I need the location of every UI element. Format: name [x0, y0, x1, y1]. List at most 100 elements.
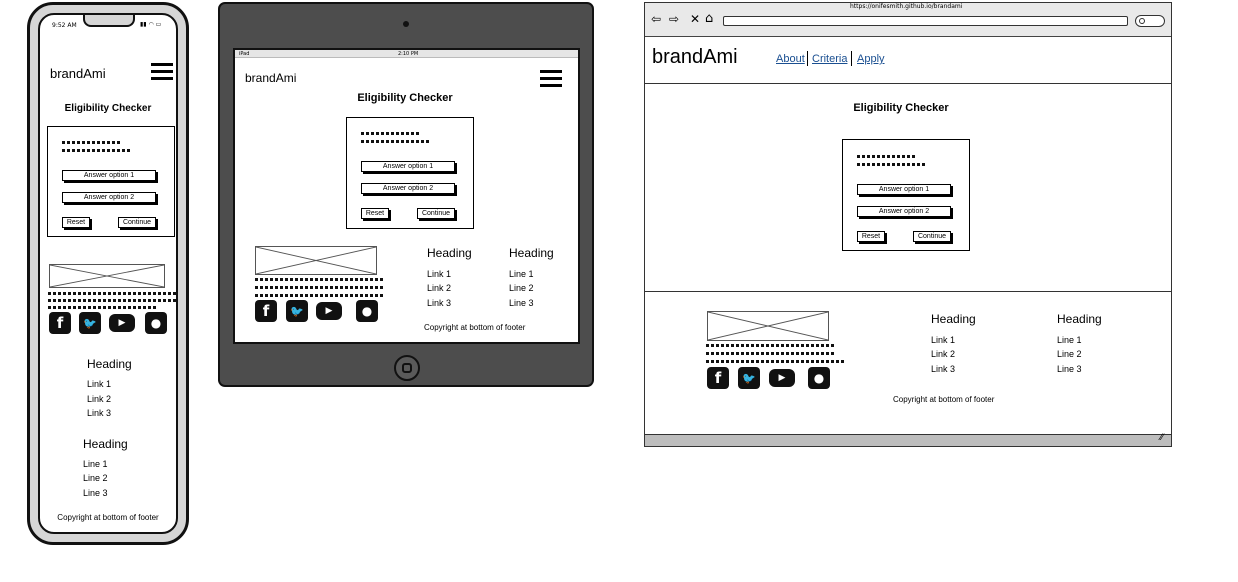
copyright-text: Copyright at bottom of footer — [893, 395, 995, 404]
github-icon[interactable]: ● — [356, 300, 378, 322]
footer-text — [48, 306, 158, 309]
browser-window: ⇦ ⇨ ✕ ⌂ https://onifesmith.github.io/bra… — [644, 2, 1172, 447]
browser-checker-title: Eligibility Checker — [853, 102, 949, 114]
footer-link-2[interactable]: Link 2 — [931, 349, 955, 359]
nav-separator — [851, 51, 852, 66]
youtube-icon[interactable]: ▶ — [109, 314, 135, 332]
footer-line-1: Line 1 — [1057, 335, 1082, 345]
phone-status-icons: ▮▮ ◠ ▭ — [140, 21, 162, 28]
tablet-menu-icon[interactable] — [540, 70, 562, 91]
footer-text — [255, 294, 383, 297]
footer-link-2[interactable]: Link 2 — [87, 394, 111, 404]
nav-about-link[interactable]: About — [776, 53, 805, 65]
continue-button[interactable]: Continue — [118, 217, 156, 228]
github-icon[interactable]: ● — [145, 312, 167, 334]
footer-link-3[interactable]: Link 3 — [427, 298, 451, 308]
nav-apply-link[interactable]: Apply — [857, 53, 885, 65]
tablet-status-device: iPad — [239, 51, 250, 57]
tablet-checker-title: Eligibility Checker — [357, 92, 453, 104]
footer-heading-1: Heading — [427, 246, 472, 260]
tablet-checker-card: Answer option 1 Answer option 2 Reset Co… — [346, 117, 474, 229]
footer-heading-2: Heading — [83, 437, 128, 451]
reset-button[interactable]: Reset — [857, 231, 885, 242]
youtube-icon[interactable]: ▶ — [316, 302, 342, 320]
answer-option-1-button[interactable]: Answer option 1 — [361, 161, 455, 172]
twitter-icon[interactable]: 🐦 — [79, 312, 101, 334]
footer-line-2: Line 2 — [509, 283, 534, 293]
phone-checker-title: Eligibility Checker — [64, 103, 152, 114]
tablet-mockup: iPad 2:10 PM brandAmi Eligibility Checke… — [218, 2, 594, 387]
phone-menu-icon[interactable] — [151, 63, 173, 84]
footer-heading-2: Heading — [509, 246, 554, 260]
github-icon[interactable]: ● — [808, 367, 830, 389]
footer-link-1[interactable]: Link 1 — [427, 269, 451, 279]
answer-option-1-button[interactable]: Answer option 1 — [62, 170, 156, 181]
footer-text — [48, 299, 176, 302]
logo-placeholder-image — [255, 246, 377, 275]
browser-url-text: https://onifesmith.github.io/brandami — [850, 3, 963, 10]
logo-placeholder-image — [707, 311, 829, 341]
resize-grip-icon[interactable]: ⁄⁄ — [1160, 433, 1163, 443]
footer-heading-1: Heading — [931, 312, 976, 326]
home-icon[interactable]: ⌂ — [705, 11, 713, 26]
footer-link-3[interactable]: Link 3 — [931, 364, 955, 374]
footer-text — [255, 278, 383, 281]
footer-line-3: Line 3 — [1057, 364, 1082, 374]
continue-button[interactable]: Continue — [417, 208, 455, 219]
tablet-home-button[interactable] — [394, 355, 420, 381]
footer-line-2: Line 2 — [83, 473, 108, 483]
tablet-screen: iPad 2:10 PM brandAmi Eligibility Checke… — [233, 48, 580, 344]
forward-icon[interactable]: ⇨ — [669, 12, 679, 26]
facebook-icon[interactable]: f — [49, 312, 71, 334]
search-icon[interactable] — [1135, 15, 1165, 27]
copyright-text: Copyright at bottom of footer — [57, 513, 159, 522]
phone-mockup: 9:52 AM ▮▮ ◠ ▭ brandAmi Eligibility Chec… — [27, 2, 189, 545]
footer-link-1[interactable]: Link 1 — [87, 379, 111, 389]
youtube-icon[interactable]: ▶ — [769, 369, 795, 387]
phone-brand[interactable]: brandAmi — [50, 66, 106, 81]
logo-placeholder-image — [49, 264, 165, 288]
phone-screen: 9:52 AM ▮▮ ◠ ▭ brandAmi Eligibility Chec… — [38, 13, 178, 534]
footer-line-1: Line 1 — [509, 269, 534, 279]
footer-link-1[interactable]: Link 1 — [931, 335, 955, 345]
answer-option-2-button[interactable]: Answer option 2 — [857, 206, 951, 217]
footer-heading-1: Heading — [87, 357, 132, 371]
twitter-icon[interactable]: 🐦 — [738, 367, 760, 389]
browser-checker-card: Answer option 1 Answer option 2 Reset Co… — [842, 139, 970, 251]
site-brand[interactable]: brandAmi — [652, 46, 738, 69]
continue-button[interactable]: Continue — [913, 231, 951, 242]
footer-heading-2: Heading — [1057, 312, 1102, 326]
question-text — [361, 140, 429, 143]
footer-text — [706, 352, 834, 355]
tablet-status-time: 2:10 PM — [398, 51, 419, 57]
footer-text — [255, 286, 383, 289]
question-text — [857, 163, 925, 166]
tablet-brand[interactable]: brandAmi — [245, 71, 296, 85]
phone-notch — [83, 15, 135, 27]
answer-option-2-button[interactable]: Answer option 2 — [62, 192, 156, 203]
copyright-text: Copyright at bottom of footer — [424, 323, 526, 332]
answer-option-1-button[interactable]: Answer option 1 — [857, 184, 951, 195]
browser-address-bar[interactable] — [723, 16, 1128, 26]
back-icon[interactable]: ⇦ — [651, 12, 661, 26]
footer-link-3[interactable]: Link 3 — [87, 408, 111, 418]
question-text — [361, 132, 421, 135]
footer-line-1: Line 1 — [83, 459, 108, 469]
answer-option-2-button[interactable]: Answer option 2 — [361, 183, 455, 194]
facebook-icon[interactable]: f — [707, 367, 729, 389]
question-text — [62, 149, 130, 152]
close-icon[interactable]: ✕ — [690, 12, 700, 26]
browser-status-bar — [645, 434, 1171, 446]
reset-button[interactable]: Reset — [361, 208, 389, 219]
nav-criteria-link[interactable]: Criteria — [812, 53, 847, 65]
footer-text — [48, 292, 176, 295]
nav-separator — [807, 51, 808, 66]
phone-checker-card: Answer option 1 Answer option 2 Reset Co… — [47, 126, 175, 237]
facebook-icon[interactable]: f — [255, 300, 277, 322]
question-text — [62, 141, 122, 144]
footer-text — [706, 360, 844, 363]
twitter-icon[interactable]: 🐦 — [286, 300, 308, 322]
reset-button[interactable]: Reset — [62, 217, 90, 228]
footer-link-2[interactable]: Link 2 — [427, 283, 451, 293]
footer-text — [706, 344, 834, 347]
